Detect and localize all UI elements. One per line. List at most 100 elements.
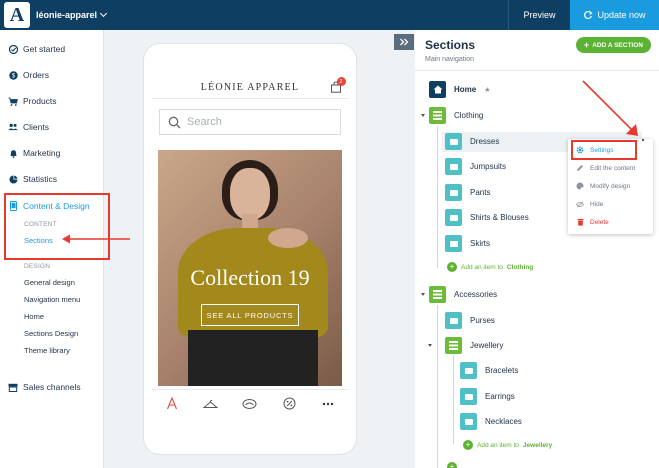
sidebar-item-orders[interactable]: $ Orders [8, 70, 49, 80]
tree-connector [437, 305, 438, 468]
menu-item-edit-content[interactable]: Edit the content [576, 164, 635, 172]
sidebar-item-statistics[interactable]: Statistics [8, 174, 57, 184]
add-item-to-jewellery-link[interactable]: + Add an item to Jewellery [463, 440, 552, 450]
preview-button[interactable]: Preview [508, 0, 570, 30]
sidebar-item-products[interactable]: Products [8, 96, 57, 106]
page-icon [445, 158, 462, 175]
cart-icon [8, 96, 18, 106]
tree-item-pants[interactable]: Pants [445, 184, 490, 201]
sidebar-subitem-navigation-menu[interactable]: Navigation menu [24, 295, 80, 304]
add-section-button[interactable]: + ADD A SECTION [575, 37, 651, 53]
tree-item-purses[interactable]: Purses [445, 312, 495, 329]
refresh-icon [584, 10, 594, 20]
store-brand: LÉONIE APPAREL [200, 82, 300, 93]
tree-item-home[interactable]: Home ★ [429, 81, 491, 98]
add-item-target: Jewellery [522, 441, 553, 449]
palette-icon [576, 182, 584, 190]
menu-item-delete[interactable]: Delete [576, 218, 609, 226]
tree-item-label: Dresses [470, 137, 500, 146]
add-item-to-clothing-link[interactable]: + Add an item to Clothing [447, 262, 533, 272]
hero-banner[interactable]: Collection 19 SEE ALL PRODUCTS [158, 150, 342, 386]
see-all-products-button[interactable]: SEE ALL PRODUCTS [201, 304, 299, 326]
tree-item-jewellery[interactable]: Jewellery [445, 337, 503, 354]
sidebar-item-label: Clients [23, 122, 49, 132]
caret-down-icon[interactable] [421, 114, 425, 117]
app-logo[interactable]: A [4, 2, 30, 28]
plus-circle-icon: + [447, 262, 457, 272]
plus-circle-icon[interactable]: + [447, 462, 457, 468]
category-icon [429, 107, 446, 124]
page-icon [460, 413, 477, 430]
phone-preview: LÉONIE APPAREL 2 Search Collection 19 SE… [144, 44, 356, 454]
category-icon [445, 337, 462, 354]
menu-item-hide[interactable]: Hide [576, 200, 603, 208]
tree-item-label: Earrings [485, 392, 515, 401]
row-actions-icon[interactable] [641, 138, 645, 142]
annotation-arrow-left [62, 234, 130, 244]
tree-item-label: Accessories [454, 290, 498, 299]
design-group-label: DESIGN [24, 263, 51, 270]
sidebar-item-marketing[interactable]: Marketing [8, 148, 60, 158]
percent-icon[interactable] [281, 396, 297, 412]
tree-item-label: Jewellery [470, 341, 504, 350]
add-item-prefix: Add an item to [477, 441, 519, 449]
caret-down-icon[interactable] [421, 293, 425, 296]
tree-item-accessories[interactable]: Accessories [429, 286, 497, 303]
plus-circle-icon: + [463, 440, 473, 450]
tree-item-jumpsuits[interactable]: Jumpsuits [445, 158, 506, 175]
cart-button[interactable]: 2 [330, 77, 346, 93]
store-search-input[interactable]: Search [159, 109, 341, 135]
chevron-down-icon [99, 9, 108, 18]
page-icon [445, 312, 462, 329]
sidebar-item-label: Get started [23, 44, 66, 54]
store-switcher[interactable]: léonie-apparel [36, 9, 108, 20]
page-icon [460, 388, 477, 405]
plus-icon: + [583, 40, 590, 50]
hat-icon[interactable] [242, 396, 258, 412]
tree-connector [437, 126, 438, 268]
tree-item-skirts[interactable]: Skirts [445, 235, 490, 252]
tree-item-bracelets[interactable]: Bracelets [460, 362, 518, 379]
sidebar-item-sales-channels[interactable]: Sales channels [8, 382, 81, 392]
store-name-label: léonie-apparel [36, 10, 98, 20]
hero-image-pants [188, 330, 318, 386]
menu-item-label: Hide [590, 200, 604, 208]
tree-item-label: Purses [470, 316, 495, 325]
tree-item-label: Pants [470, 188, 491, 197]
sidebar-item-get-started[interactable]: Get started [8, 44, 65, 54]
sidebar-item-clients[interactable]: Clients [8, 122, 49, 132]
tree-item-label: Bracelets [485, 366, 519, 375]
pencil-icon [576, 164, 584, 172]
tree-item-label: Shirts & Blouses [470, 213, 529, 222]
tree-item-clothing[interactable]: Clothing [429, 107, 483, 124]
sidebar-subitem-sections-design[interactable]: Sections Design [24, 329, 78, 338]
sidebar-subitem-home[interactable]: Home [24, 312, 44, 321]
star-icon: ★ [484, 86, 491, 94]
store-icon [8, 382, 18, 392]
hero-image-face [230, 168, 270, 220]
logo-a-icon[interactable] [164, 396, 180, 412]
update-now-button[interactable]: Update now [570, 0, 659, 30]
collapse-panel-button[interactable] [394, 34, 414, 50]
sidebar-item-label: Marketing [23, 148, 61, 158]
caret-down-icon[interactable] [428, 344, 432, 347]
menu-item-modify-design[interactable]: Modify design [576, 182, 630, 190]
annotation-highlight-box [4, 193, 110, 260]
sidebar-subitem-general-design[interactable]: General design [24, 278, 75, 287]
panel-subtitle: Main navigation [425, 56, 475, 63]
sidebar-subitem-theme-library[interactable]: Theme library [24, 346, 70, 355]
more-icon[interactable] [320, 396, 336, 412]
tree-item-necklaces[interactable]: Necklaces [460, 413, 522, 430]
tree-item-dresses[interactable]: Dresses [445, 133, 499, 150]
panel-divider [415, 70, 659, 71]
top-bar: A léonie-apparel Preview Update now [0, 0, 659, 30]
home-icon [429, 81, 446, 98]
tree-item-earrings[interactable]: Earrings [460, 388, 515, 405]
check-circle-icon [8, 44, 18, 54]
hanger-icon[interactable] [203, 396, 219, 412]
menu-item-label: Edit the content [590, 164, 636, 172]
tree-item-label: Necklaces [485, 417, 522, 426]
logo-letter: A [9, 3, 25, 26]
tree-item-shirts-blouses[interactable]: Shirts & Blouses [445, 209, 529, 226]
store-bottom-nav [152, 389, 348, 417]
